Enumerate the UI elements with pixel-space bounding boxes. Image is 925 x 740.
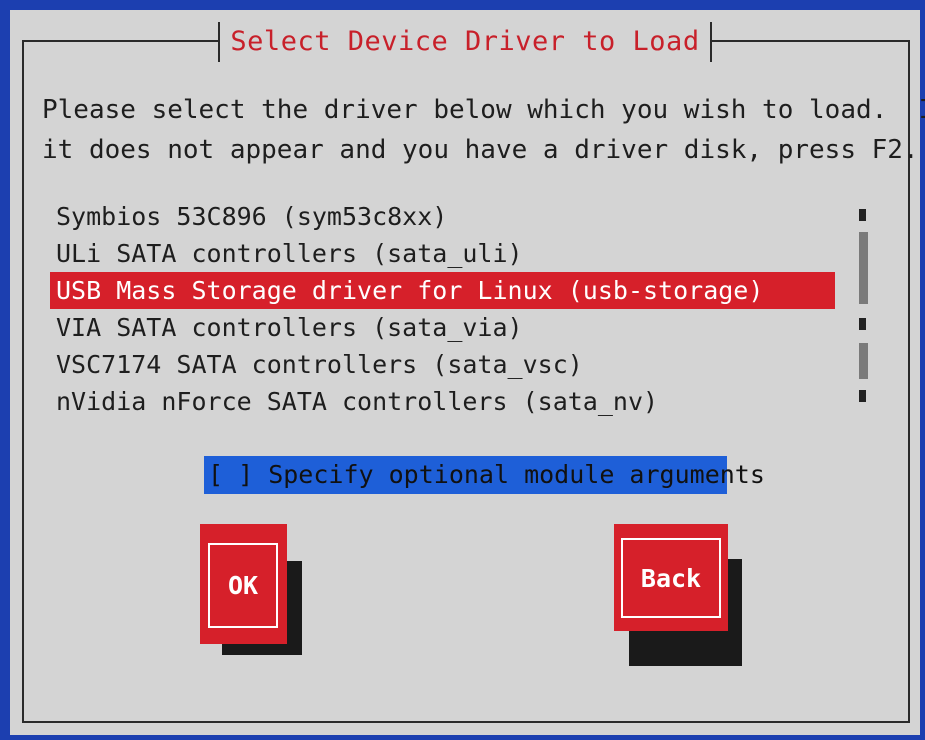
dialog-title-bar: Select Device Driver to Load — [10, 22, 920, 64]
driver-list-item[interactable]: Symbios 53C896 (sym53c8xx) — [50, 198, 835, 235]
back-button[interactable]: Back — [614, 524, 728, 631]
driver-dialog: Select Device Driver to Load Please sele… — [10, 10, 925, 735]
scrollbar-track-segment[interactable] — [859, 343, 868, 379]
driver-list-item[interactable]: VSC7174 SATA controllers (sata_vsc) — [50, 346, 835, 383]
driver-list-item[interactable]: nVidia nForce SATA controllers (sata_nv) — [50, 383, 835, 420]
driver-list-item-selected[interactable]: USB Mass Storage driver for Linux (usb-s… — [50, 272, 835, 309]
back-button-group: Back — [614, 524, 744, 669]
scrollbar-marker — [859, 318, 866, 330]
scrollbar-up-marker[interactable] — [859, 209, 866, 221]
driver-list-item[interactable]: VIA SATA controllers (sata_via) — [50, 309, 835, 346]
driver-list[interactable]: Symbios 53C896 (sym53c8xx) ULi SATA cont… — [50, 198, 835, 420]
scrollbar-thumb[interactable] — [859, 232, 868, 304]
driver-list-item[interactable]: ULi SATA controllers (sata_uli) — [50, 235, 835, 272]
ok-button-label: OK — [208, 543, 278, 628]
intro-line-2: it does not appear and you have a driver… — [42, 135, 919, 165]
ok-button[interactable]: OK — [200, 524, 287, 644]
intro-text: Please select the driver below which you… — [42, 90, 925, 170]
scrollbar-down-marker[interactable] — [859, 390, 866, 402]
intro-line-1: Please select the driver below which you… — [42, 95, 925, 125]
module-arguments-checkbox[interactable]: [ ] Specify optional module arguments — [204, 456, 765, 494]
dialog-title: Select Device Driver to Load — [218, 22, 712, 62]
ok-button-group: OK — [200, 524, 305, 659]
back-button-label: Back — [621, 538, 721, 618]
